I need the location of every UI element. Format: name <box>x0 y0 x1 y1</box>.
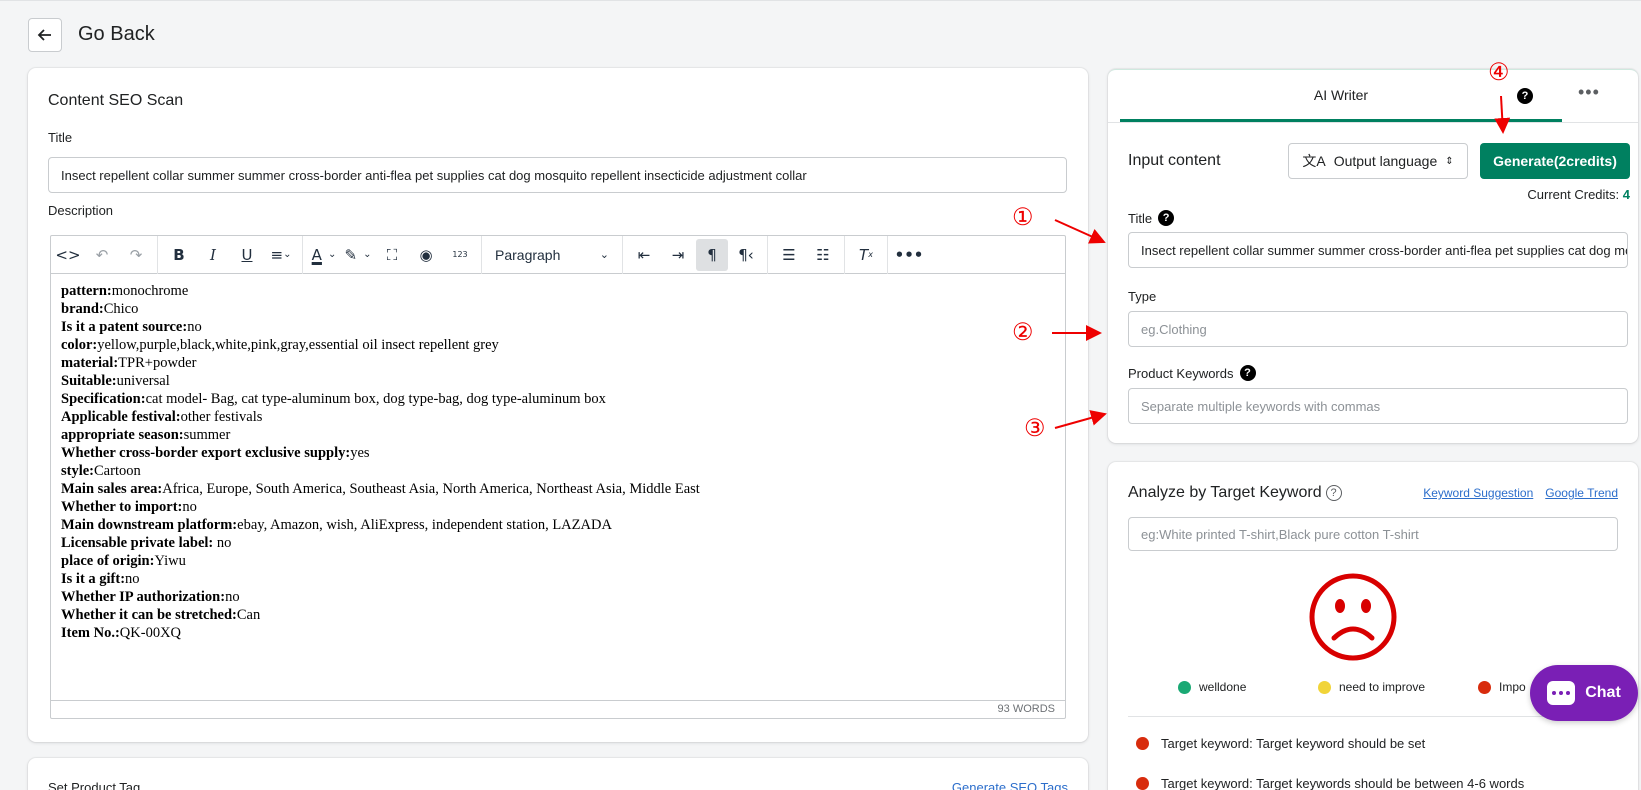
annotation-3: ③ <box>1024 414 1046 442</box>
annotation-4: ④ <box>1488 58 1510 86</box>
annotation-2: ② <box>1012 318 1034 346</box>
annotation-arrow-1 <box>1054 219 1106 244</box>
annotation-arrow-3 <box>1054 410 1107 429</box>
annotation-overlay <box>1052 95 1511 429</box>
annotation-1: ① <box>1012 203 1034 231</box>
annotation-arrow-4 <box>1494 95 1511 134</box>
